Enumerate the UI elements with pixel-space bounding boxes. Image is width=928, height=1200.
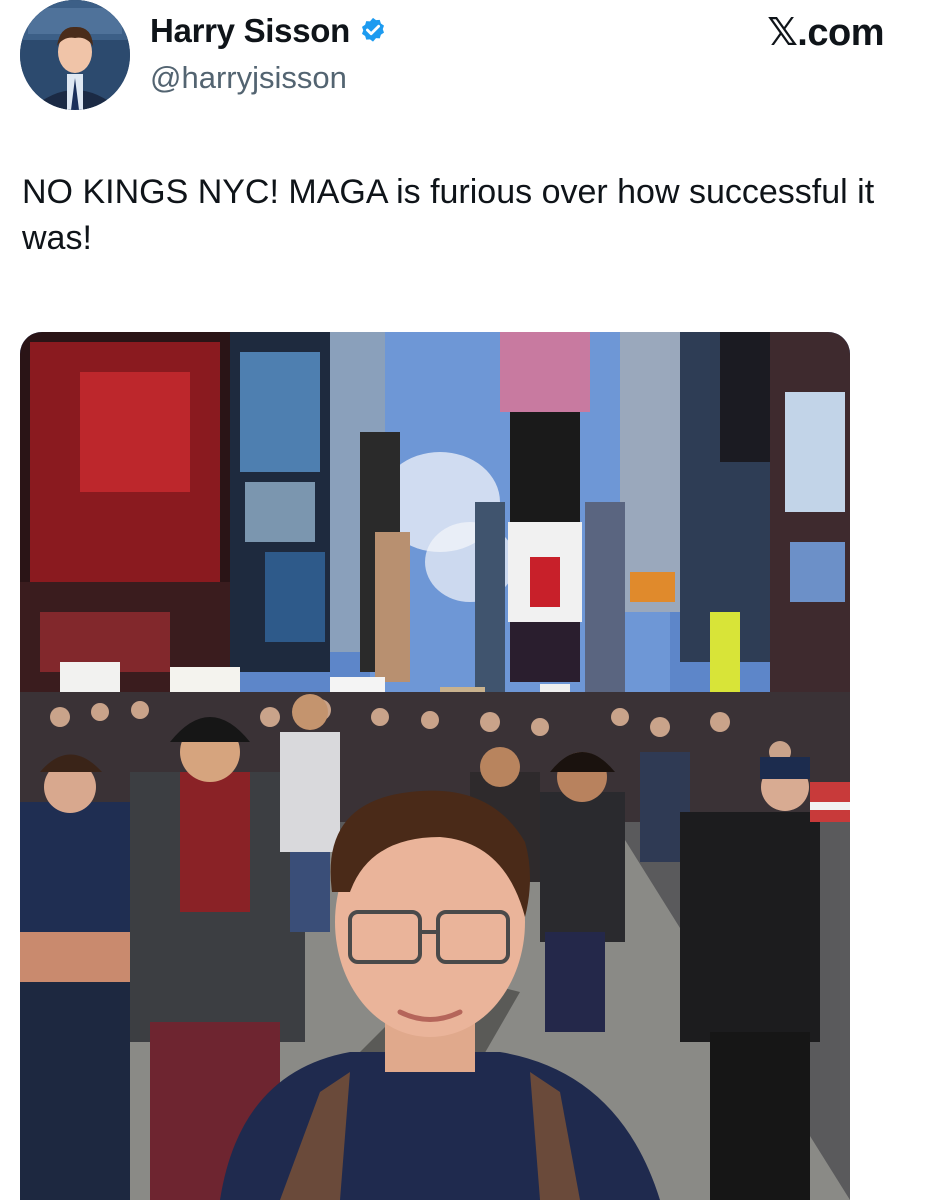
avatar-image [20, 0, 130, 110]
verified-badge-icon [358, 16, 388, 46]
tweet-photo[interactable] [20, 332, 850, 1200]
selfie-times-square-crowd-image [20, 332, 850, 1200]
author-display-name[interactable]: Harry Sisson [150, 12, 350, 50]
tweet-text: NO KINGS NYC! MAGA is furious over how s… [22, 173, 875, 257]
author-name-row: Harry Sisson [150, 12, 388, 50]
author-handle[interactable]: @harryjsisson [150, 60, 347, 96]
x-logo-brand: 𝕏.com [767, 12, 884, 54]
avatar[interactable] [20, 0, 130, 110]
tweet-header: Harry Sisson @harryjsisson 𝕏.com [0, 0, 928, 120]
